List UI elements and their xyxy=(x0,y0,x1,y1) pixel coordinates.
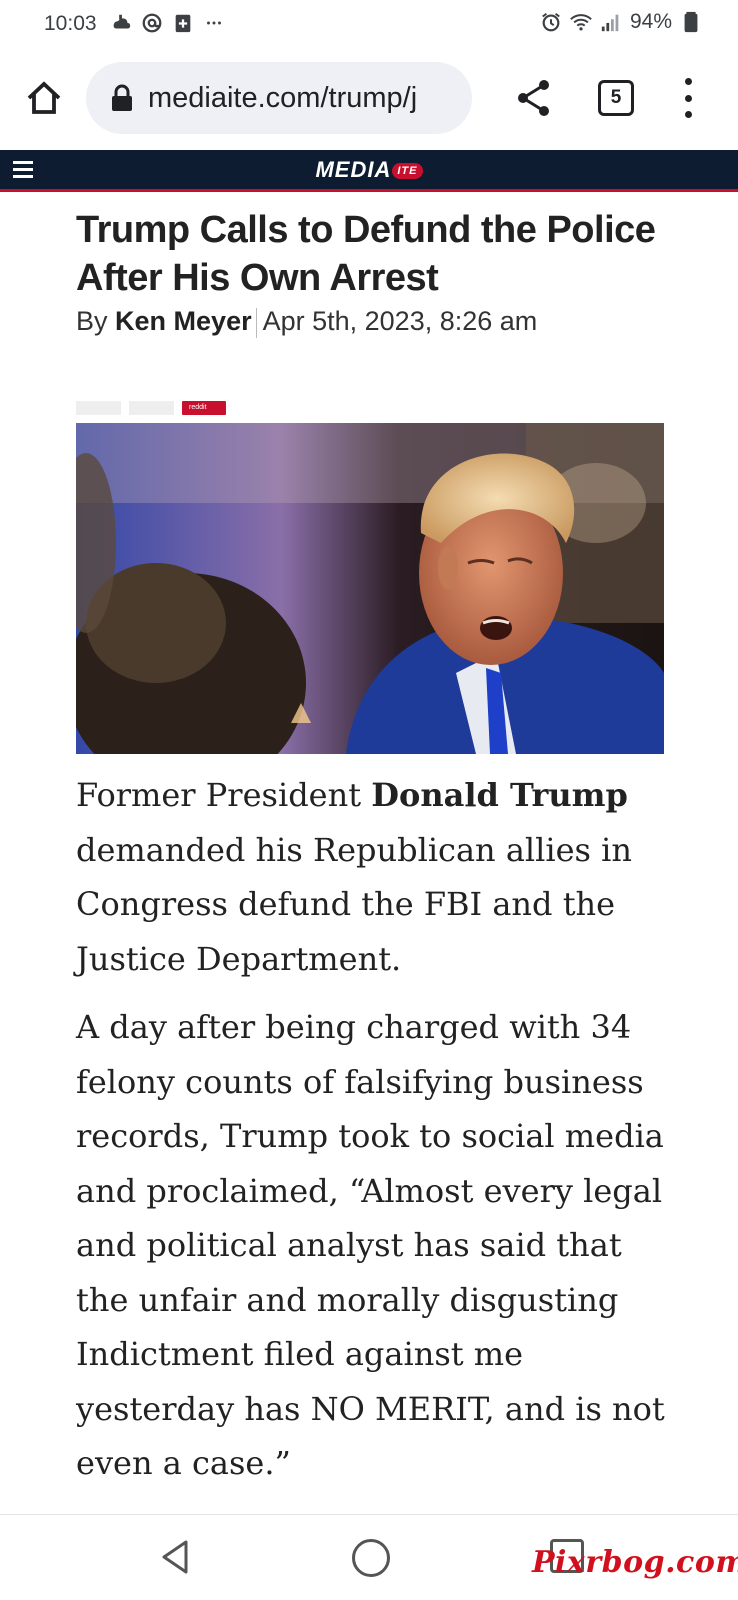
watermark: Pixrbog.com xyxy=(532,1545,738,1580)
wifi-icon xyxy=(570,14,592,31)
status-time: 10:03 xyxy=(44,12,97,35)
signal-icon xyxy=(601,14,619,32)
article-body: Former President Donald Trump demanded h… xyxy=(76,768,676,1505)
home-button[interactable] xyxy=(20,74,68,122)
byline: By Ken Meyer Apr 5th, 2023, 8:26 am xyxy=(76,306,537,338)
person-name: Donald Trump xyxy=(371,776,628,814)
logo-main: MEDIA xyxy=(315,157,392,182)
tab-switcher-button[interactable]: 5 xyxy=(598,80,634,116)
byline-prefix: By xyxy=(76,306,108,336)
publish-date: Apr 5th, 2023, 8:26 am xyxy=(262,306,538,336)
site-logo[interactable]: MEDIA ITE xyxy=(0,157,738,183)
article-title: Trump Calls to Defund the Police After H… xyxy=(76,209,656,299)
lock-icon xyxy=(112,84,132,111)
reddit-share-button[interactable]: reddit xyxy=(182,401,226,415)
back-button[interactable] xyxy=(156,1537,196,1577)
byline-divider xyxy=(255,307,257,338)
share-button-placeholder[interactable] xyxy=(76,401,121,415)
notification-icons xyxy=(110,12,225,34)
article-photo xyxy=(76,423,664,754)
more-notifications-icon xyxy=(207,21,221,25)
reddit-label: reddit xyxy=(189,404,207,411)
overflow-menu-button[interactable] xyxy=(676,78,700,118)
paragraph-text: Former President xyxy=(76,776,362,814)
browser-toolbar: mediaite.com/trump/j 5 xyxy=(0,56,738,144)
menu-dot xyxy=(684,94,692,102)
battery-icon xyxy=(684,11,698,33)
author-link[interactable]: Ken Meyer xyxy=(115,306,252,336)
paragraph: A day after being charged with 34 felony… xyxy=(76,1008,665,1482)
alarm-icon xyxy=(542,12,560,32)
share-button-placeholder[interactable] xyxy=(129,401,174,415)
health-app-icon xyxy=(175,14,191,33)
home-icon xyxy=(27,81,61,114)
menu-dot xyxy=(684,111,692,118)
site-header: MEDIA ITE xyxy=(0,150,738,192)
system-navigation-bar: Pixrbog.com xyxy=(0,1514,738,1600)
logo-badge: ITE xyxy=(392,163,423,180)
paragraph: Former President Donald Trump demanded h… xyxy=(76,768,676,986)
share-buttons: reddit xyxy=(76,401,226,415)
address-bar[interactable]: mediaite.com/trump/j xyxy=(86,62,472,134)
home-nav-button[interactable] xyxy=(352,1539,390,1577)
share-icon[interactable] xyxy=(514,76,554,120)
article-hero-image xyxy=(76,423,664,754)
menu-dot xyxy=(684,78,692,85)
system-status: 94% xyxy=(540,10,702,34)
at-sign-icon xyxy=(142,13,162,33)
paragraph-text: demanded his Republican allies in Congre… xyxy=(76,830,632,978)
url-text: mediaite.com/trump/j xyxy=(148,81,418,114)
status-bar: 10:03 94% xyxy=(0,0,738,50)
cloud-app-icon xyxy=(113,14,131,29)
battery-percentage: 94% xyxy=(629,10,672,33)
